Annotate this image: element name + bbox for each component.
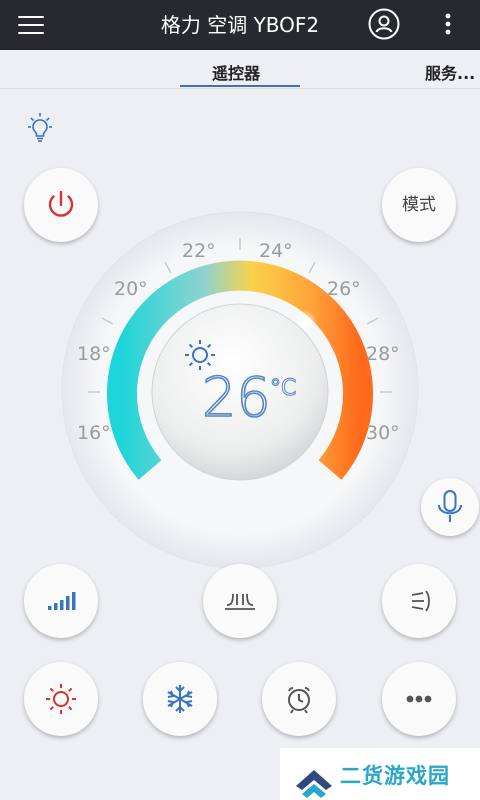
- tab-divider: [0, 88, 480, 89]
- temperature-unit: °C: [270, 376, 296, 401]
- scale-label-26: 26°: [327, 278, 361, 300]
- tab-service[interactable]: 服务...: [425, 60, 475, 84]
- scale-label-22: 22°: [182, 240, 216, 262]
- scale-label-24: 24°: [259, 240, 293, 262]
- scale-label-20: 20°: [114, 278, 148, 300]
- swing-vertical-icon: [225, 593, 255, 610]
- scale-label-16: 16°: [77, 422, 111, 444]
- cool-icon: [167, 685, 193, 713]
- current-temperature: 26: [202, 366, 271, 429]
- heat-icon: [46, 684, 76, 714]
- fan-speed-button[interactable]: [24, 564, 98, 638]
- header-bar: 格力 空调 YBOF2: [0, 0, 480, 50]
- voice-button[interactable]: [421, 478, 479, 536]
- timer-icon: [288, 687, 310, 714]
- more-icon: [406, 695, 432, 703]
- fan-speed-icon: [48, 592, 76, 610]
- vertical-swing-button[interactable]: [203, 564, 277, 638]
- mode-button[interactable]: 模式: [382, 168, 456, 242]
- page-title: 格力 空调 YBOF2: [160, 13, 320, 37]
- watermark-text: 二货游戏园: [340, 764, 450, 788]
- heat-mode-button[interactable]: [24, 662, 98, 736]
- active-tab-indicator: [180, 85, 300, 87]
- user-icon[interactable]: [368, 8, 400, 40]
- chevron-logo-icon: [296, 770, 332, 798]
- power-button[interactable]: [24, 168, 98, 242]
- power-icon: [48, 190, 74, 217]
- swing-horizontal-icon: [411, 590, 430, 612]
- light-bulb-icon[interactable]: [24, 112, 56, 146]
- scale-label-28: 28°: [366, 343, 400, 365]
- more-functions-button[interactable]: [382, 662, 456, 736]
- scale-label-18: 18°: [77, 343, 111, 365]
- horizontal-swing-button[interactable]: [382, 564, 456, 638]
- timer-button[interactable]: [262, 662, 336, 736]
- scale-label-30: 30°: [366, 422, 400, 444]
- mode-button-label: 模式: [402, 195, 436, 215]
- cool-mode-button[interactable]: [143, 662, 217, 736]
- vertical-dots-icon[interactable]: [440, 12, 456, 38]
- microphone-icon: [438, 490, 462, 522]
- tab-remote[interactable]: 遥控器: [212, 60, 260, 84]
